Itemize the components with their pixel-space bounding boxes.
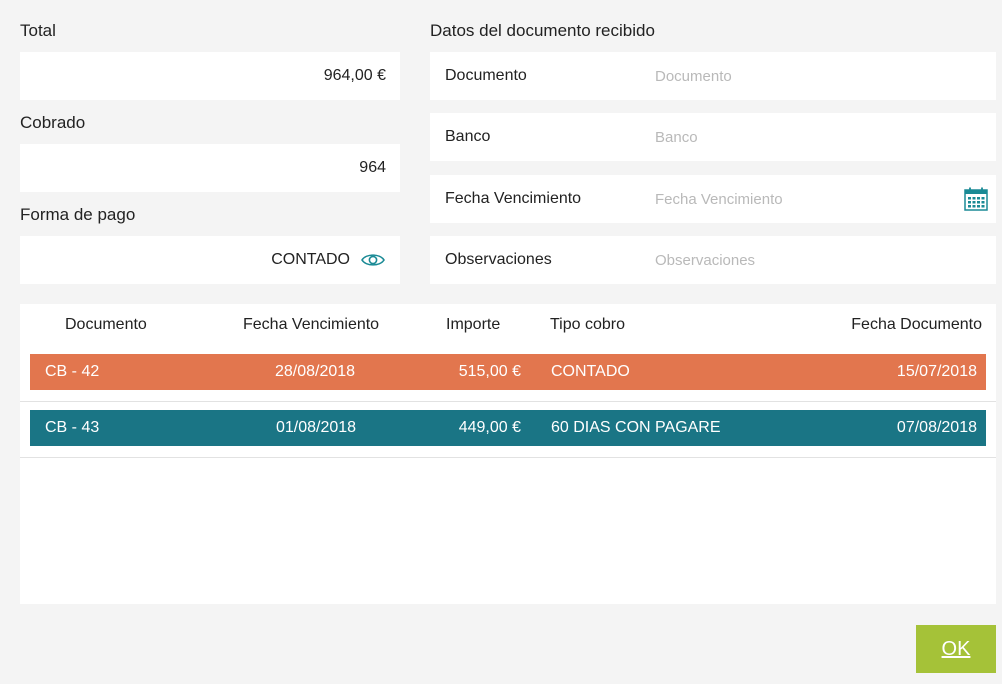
cell-importe: 449,00 € (458, 419, 521, 436)
cobrado-field[interactable]: 964 (20, 144, 400, 192)
ok-button[interactable]: OK (916, 625, 996, 673)
table-row: CB - 42 28/08/2018 515,00 € CONTADO 15/0… (20, 346, 996, 402)
cell-fecha-vencimiento: 01/08/2018 (276, 419, 357, 436)
cell-fecha-documento: 15/07/2018 (896, 363, 977, 380)
header-tipo-cobro[interactable]: Tipo cobro (550, 316, 625, 334)
fecha-vencimiento-row: Fecha Vencimiento (430, 175, 996, 223)
table-row-cb-42[interactable]: CB - 42 28/08/2018 515,00 € CONTADO 15/0… (30, 354, 986, 390)
total-label: Total (20, 21, 56, 40)
cell-documento: CB - 43 (45, 419, 100, 436)
documento-input[interactable] (655, 52, 996, 100)
observaciones-row: Observaciones (430, 236, 996, 284)
banco-input[interactable] (655, 113, 996, 161)
cobrado-label: Cobrado (20, 113, 86, 132)
documents-table: Documento Fecha Vencimiento Importe Tipo… (20, 304, 996, 604)
eye-icon[interactable] (360, 250, 386, 270)
header-fecha-vencimiento[interactable]: Fecha Vencimiento (243, 316, 379, 334)
cell-fecha-vencimiento: 28/08/2018 (275, 363, 356, 380)
fecha-vencimiento-input[interactable] (655, 175, 962, 223)
payment-dialog: Total 964,00 € Cobrado 964 Forma de pago… (0, 0, 1002, 684)
calendar-icon[interactable] (962, 185, 990, 213)
header-documento[interactable]: Documento (65, 316, 147, 334)
header-fecha-documento[interactable]: Fecha Documento (851, 316, 982, 334)
received-doc-title: Datos del documento recibido (430, 21, 655, 40)
cell-tipo-cobro: CONTADO (551, 363, 630, 380)
cell-documento: CB - 42 (45, 363, 100, 380)
observaciones-input[interactable] (655, 236, 996, 284)
banco-row: Banco (430, 113, 996, 161)
forma-pago-label: Forma de pago (20, 205, 136, 224)
cell-importe: 515,00 € (458, 363, 521, 380)
banco-label: Banco (445, 128, 491, 145)
table-header: Documento Fecha Vencimiento Importe Tipo… (20, 304, 996, 346)
cell-fecha-documento: 07/08/2018 (896, 419, 977, 436)
forma-pago-field[interactable]: CONTADO (20, 236, 400, 284)
fecha-vencimiento-label: Fecha Vencimiento (445, 190, 582, 207)
observaciones-label: Observaciones (445, 251, 552, 268)
cobrado-value: 964 (359, 159, 386, 176)
table-row: CB - 43 01/08/2018 449,00 € 60 DIAS CON … (20, 402, 996, 458)
documento-row: Documento (430, 52, 996, 100)
forma-pago-value: CONTADO (271, 251, 350, 268)
cell-tipo-cobro: 60 DIAS CON PAGARE (551, 419, 721, 436)
total-field: 964,00 € (20, 52, 400, 100)
documento-label: Documento (445, 67, 527, 84)
table-row-cb-43[interactable]: CB - 43 01/08/2018 449,00 € 60 DIAS CON … (30, 410, 986, 446)
header-importe[interactable]: Importe (446, 316, 500, 334)
total-value: 964,00 € (323, 67, 386, 84)
